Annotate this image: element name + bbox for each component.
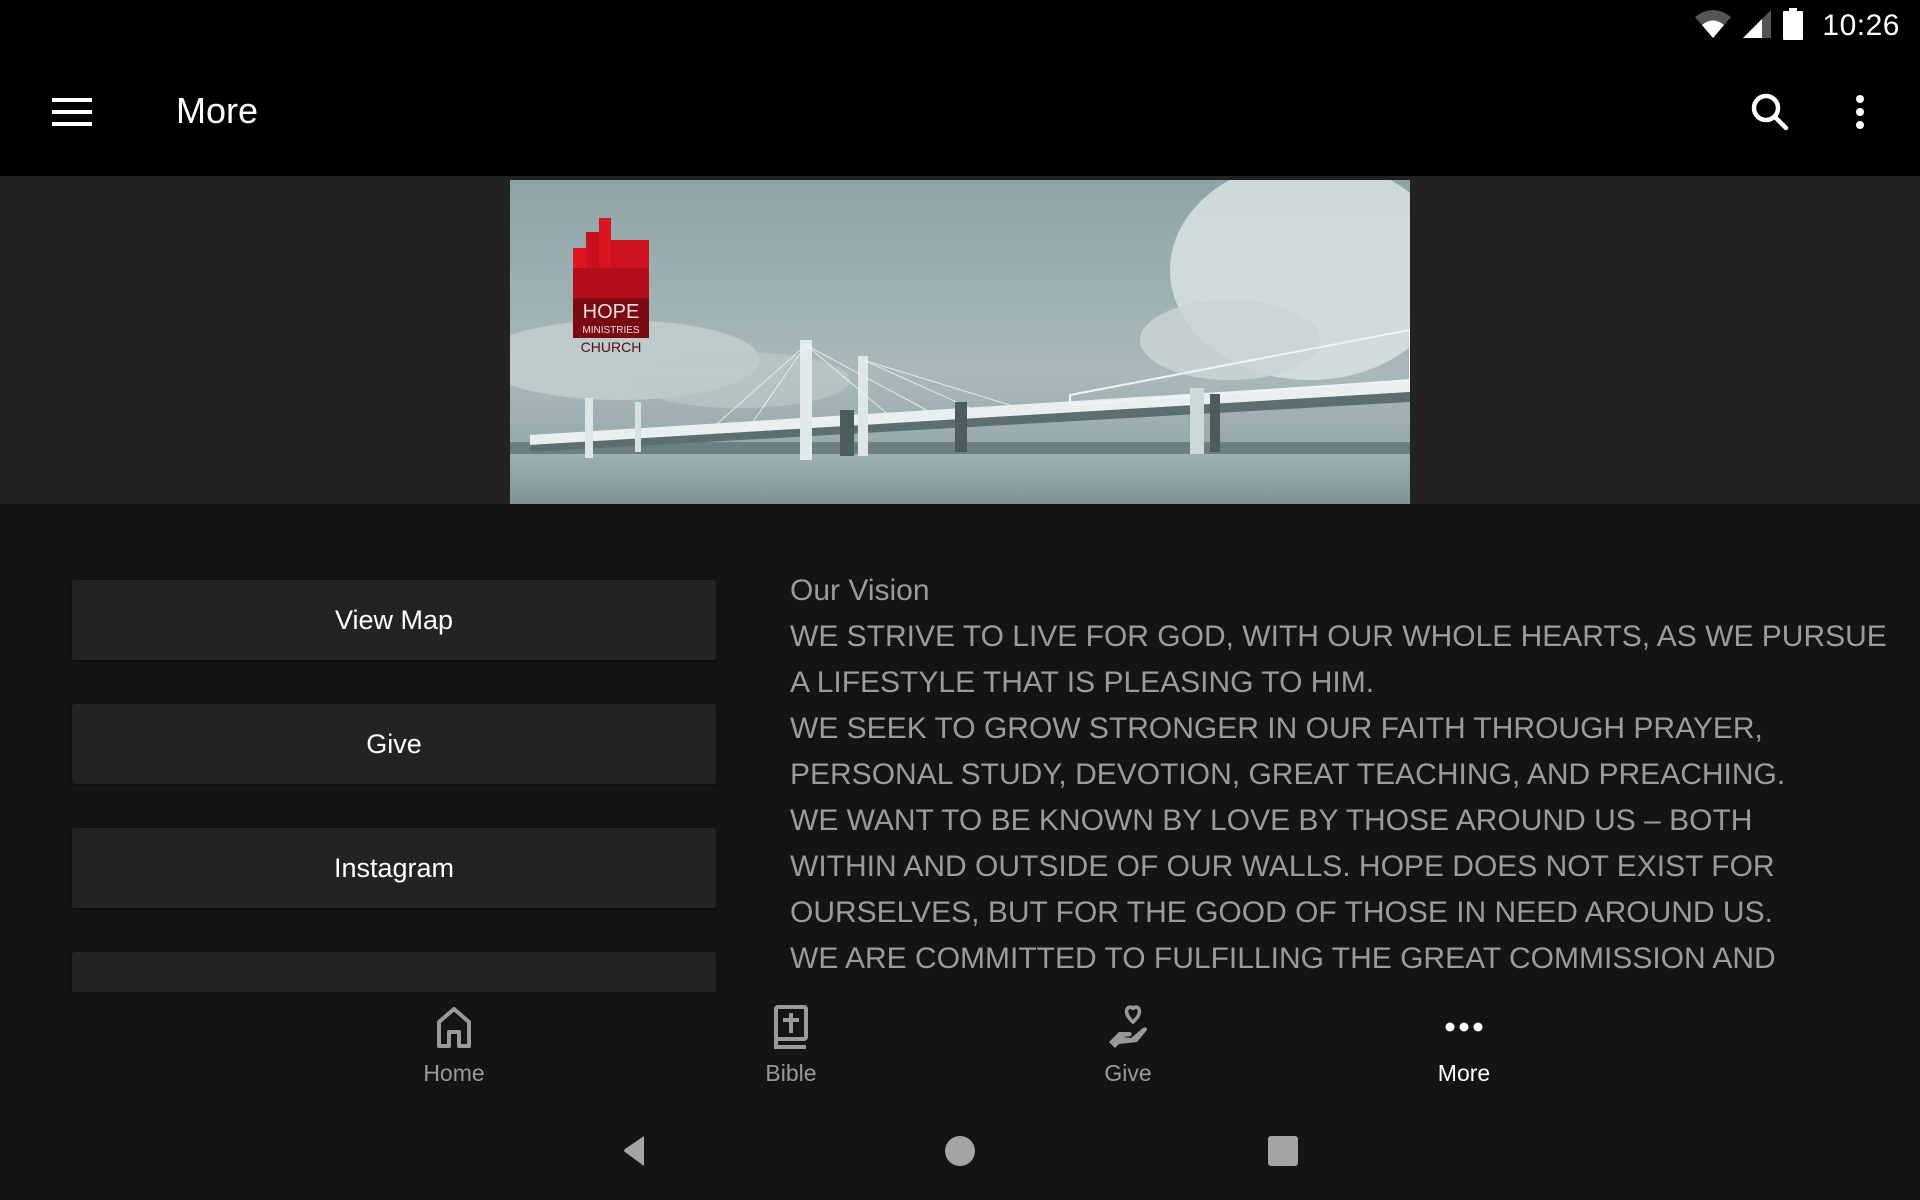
home-circle-icon	[944, 1135, 976, 1172]
app-bar: More	[0, 52, 1920, 176]
status-icons: 10:26	[1694, 6, 1900, 46]
nav-tab-give[interactable]: Give	[1038, 1000, 1218, 1100]
vision-line: WE ARE COMMITTED TO FULFILLING THE GREAT…	[790, 942, 1776, 975]
vision-line: WE SEEK TO GROW STRONGER IN OUR FAITH TH…	[790, 712, 1763, 745]
vision-line: A LIFESTYLE THAT IS PLEASING TO HIM.	[790, 666, 1375, 699]
nav-label-home: Home	[423, 1060, 485, 1086]
banner-area: HOPE MINISTRIES CHURCH	[0, 176, 1920, 504]
overflow-menu-button[interactable]	[1830, 84, 1890, 144]
hamburger-menu-icon	[52, 97, 92, 131]
search-button[interactable]	[1740, 84, 1800, 144]
nav-label-bible: Bible	[765, 1060, 817, 1086]
system-recents-button[interactable]	[1253, 1128, 1313, 1178]
nav-label-give: Give	[1104, 1060, 1152, 1086]
vision-line: PERSONAL STUDY, DEVOTION, GREAT TEACHING…	[790, 758, 1786, 791]
nav-tab-home[interactable]: Home	[364, 1000, 544, 1100]
twitter-button[interactable]: Twitter	[72, 952, 716, 992]
home-icon	[436, 1000, 472, 1054]
give-button[interactable]: Give	[72, 704, 716, 784]
logo-text-church: CHURCH	[581, 339, 642, 355]
menu-button[interactable]	[36, 84, 108, 144]
view-map-button[interactable]: View Map	[72, 580, 716, 660]
vision-line: OURSELVES, BUT FOR THE GOOD OF THOSE IN …	[790, 896, 1773, 929]
give-hand-heart-icon	[1107, 1000, 1149, 1054]
wifi-icon	[1694, 9, 1732, 44]
content-area: View Map Give Instagram Twitter Our Visi…	[0, 504, 1920, 992]
system-navigation-bar	[0, 1106, 1920, 1200]
vision-title: Our Vision	[790, 574, 930, 607]
bible-icon	[774, 1000, 808, 1054]
page-title: More	[176, 90, 259, 131]
nav-label-more: More	[1437, 1060, 1491, 1086]
status-time: 10:26	[1822, 9, 1900, 42]
instagram-button[interactable]: Instagram	[72, 828, 716, 908]
vision-line: WITHIN AND OUTSIDE OF OUR WALLS. HOPE DO…	[790, 850, 1775, 883]
more-vert-icon	[1854, 94, 1866, 135]
vision-line: WE WANT TO BE KNOWN BY LOVE BY THOSE ARO…	[790, 804, 1753, 837]
cell-signal-icon	[1742, 9, 1772, 44]
nav-tab-more[interactable]: More	[1374, 1000, 1554, 1100]
action-button-list: View Map Give Instagram Twitter	[72, 580, 716, 992]
search-icon	[1750, 92, 1790, 137]
more-horiz-icon	[1444, 1000, 1484, 1054]
recents-icon	[1268, 1135, 1298, 1171]
bottom-navigation: Home Bible Give More	[0, 992, 1920, 1106]
system-home-button[interactable]	[930, 1128, 990, 1178]
status-bar: 10:26	[0, 0, 1920, 52]
vision-text: Our Vision WE STRIVE TO LIVE FOR GOD, WI…	[790, 568, 1887, 982]
vision-line: WE STRIVE TO LIVE FOR GOD, WITH OUR WHOL…	[790, 620, 1887, 653]
back-icon	[622, 1134, 646, 1173]
system-back-button[interactable]	[604, 1128, 664, 1178]
logo-text-hope: HOPE	[583, 301, 640, 323]
battery-icon	[1782, 7, 1804, 45]
logo-text-ministries: MINISTRIES	[582, 325, 640, 336]
banner-image[interactable]: HOPE MINISTRIES CHURCH	[510, 180, 1410, 504]
nav-tab-bible[interactable]: Bible	[701, 1000, 881, 1100]
